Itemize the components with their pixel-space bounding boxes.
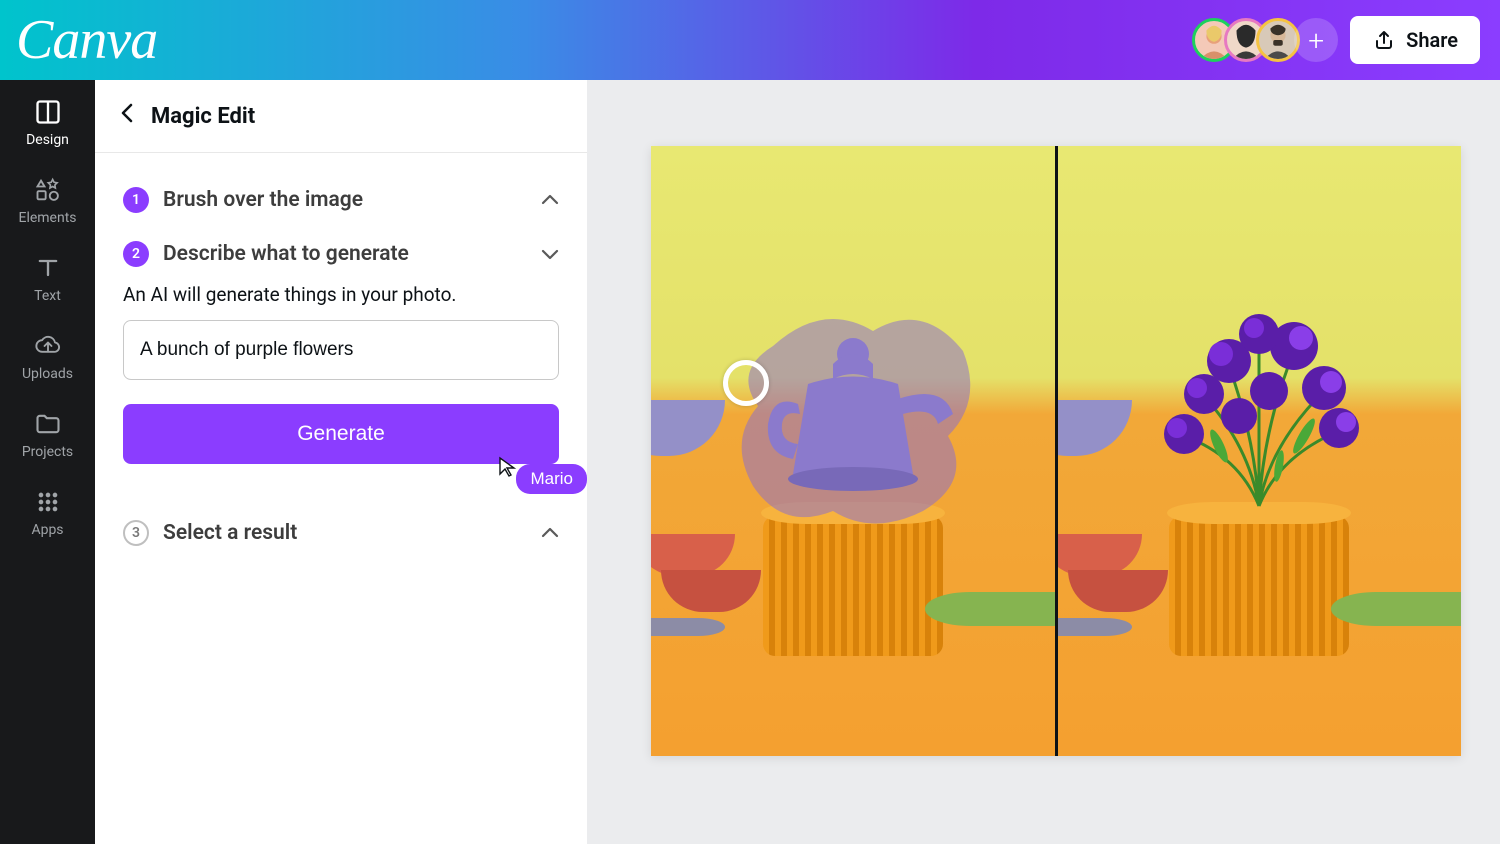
elements-icon bbox=[34, 176, 62, 204]
back-button[interactable] bbox=[119, 102, 135, 130]
step-header[interactable]: 1 Brush over the image bbox=[123, 187, 559, 213]
folder-icon bbox=[34, 410, 62, 438]
share-button[interactable]: Share bbox=[1350, 16, 1480, 64]
step-header[interactable]: 2 Describe what to generate bbox=[123, 241, 559, 267]
step-title: Describe what to generate bbox=[163, 242, 409, 266]
collaborator-avatars: + bbox=[1192, 18, 1338, 62]
design-icon bbox=[34, 98, 62, 126]
generate-label: Generate bbox=[297, 422, 385, 445]
canvas-image-after[interactable] bbox=[1058, 146, 1462, 756]
panel-header: Magic Edit bbox=[95, 80, 587, 153]
cursor-icon bbox=[498, 456, 518, 478]
nav-text[interactable]: Text bbox=[0, 254, 95, 304]
panel-body: 1 Brush over the image 2 Describe what t… bbox=[95, 153, 587, 580]
share-label: Share bbox=[1406, 28, 1458, 52]
generate-button[interactable]: Generate Mario bbox=[123, 404, 559, 464]
magic-edit-panel: Magic Edit 1 Brush over the image 2 bbox=[95, 80, 587, 844]
apps-icon bbox=[34, 488, 62, 516]
step-header[interactable]: 3 Select a result bbox=[123, 520, 559, 546]
generated-flowers bbox=[1129, 296, 1389, 516]
step-number-badge: 3 bbox=[123, 520, 149, 546]
nav-apps[interactable]: Apps bbox=[0, 488, 95, 538]
nav-label: Elements bbox=[18, 210, 76, 226]
step-title: Select a result bbox=[163, 521, 297, 545]
nav-label: Uploads bbox=[22, 366, 73, 382]
step-number-badge: 2 bbox=[123, 241, 149, 267]
step-select: 3 Select a result bbox=[123, 506, 559, 560]
main-area: Design Elements Text Uploads Projects Ap… bbox=[0, 80, 1500, 844]
nav-label: Text bbox=[34, 288, 61, 304]
nav-elements[interactable]: Elements bbox=[0, 176, 95, 226]
nav-label: Design bbox=[26, 132, 69, 148]
nav-uploads[interactable]: Uploads bbox=[0, 332, 95, 382]
text-icon bbox=[34, 254, 62, 282]
add-collaborator-button[interactable]: + bbox=[1294, 18, 1338, 62]
step-describe: 2 Describe what to generate An AI will g… bbox=[123, 227, 559, 478]
step-title: Brush over the image bbox=[163, 188, 363, 212]
chevron-up-icon bbox=[541, 523, 559, 544]
prompt-input[interactable] bbox=[123, 320, 559, 380]
step-brush: 1 Brush over the image bbox=[123, 173, 559, 227]
canvas-image-before[interactable] bbox=[651, 146, 1055, 756]
step-description: An AI will generate things in your photo… bbox=[123, 283, 559, 306]
canvas-frame[interactable] bbox=[651, 146, 1461, 756]
chevron-down-icon bbox=[541, 244, 559, 265]
share-icon bbox=[1372, 28, 1396, 52]
canva-logo: Canva bbox=[16, 8, 157, 72]
canvas-area[interactable] bbox=[587, 80, 1500, 844]
nav-design[interactable]: Design bbox=[0, 98, 95, 148]
header-actions: + Share bbox=[1192, 16, 1480, 64]
nav-rail: Design Elements Text Uploads Projects Ap… bbox=[0, 80, 95, 844]
uploads-icon bbox=[34, 332, 62, 360]
chevron-left-icon bbox=[119, 102, 135, 124]
step-number-badge: 1 bbox=[123, 187, 149, 213]
teapot-image bbox=[738, 314, 968, 514]
nav-label: Apps bbox=[31, 522, 63, 538]
nav-projects[interactable]: Projects bbox=[0, 410, 95, 460]
app-header: Canva + Share bbox=[0, 0, 1500, 80]
panel-title: Magic Edit bbox=[151, 104, 255, 129]
brush-cursor-ring bbox=[723, 360, 769, 406]
nav-label: Projects bbox=[22, 444, 73, 460]
chevron-up-icon bbox=[541, 190, 559, 211]
